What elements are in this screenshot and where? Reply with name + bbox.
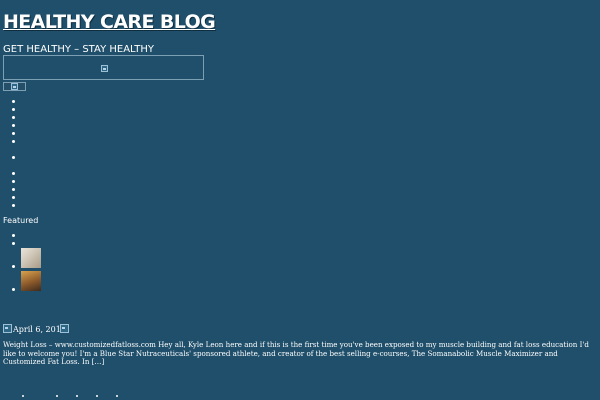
menu-toggle-button[interactable] [3,82,26,91]
nav-menu-item[interactable] [12,100,15,103]
nav-menu-item[interactable] [12,180,15,183]
nav-menu-item[interactable] [12,172,15,175]
pagination-dot[interactable] [76,395,78,397]
featured-thumbnail[interactable] [21,271,41,291]
calendar-icon [3,324,12,333]
site-title[interactable]: HEALTHY CARE BLOG [3,11,216,33]
page: HEALTHY CARE BLOG GET HEALTHY – STAY HEA… [0,0,600,400]
featured-label: Featured [3,216,39,225]
featured-item[interactable] [12,242,15,245]
broken-image-icon [101,65,108,72]
featured-thumbnail[interactable] [21,248,41,268]
nav-menu-item[interactable] [12,124,15,127]
comment-icon[interactable] [60,324,69,333]
menu-icon [11,83,18,90]
nav-menu-item[interactable] [12,196,15,199]
nav-menu-item[interactable] [12,140,15,143]
nav-menu-item[interactable] [12,188,15,191]
featured-item[interactable] [12,288,15,291]
nav-menu-item[interactable] [12,132,15,135]
pagination-dot[interactable] [96,395,98,397]
pagination-dot[interactable] [56,395,58,397]
nav-menu-item[interactable] [12,116,15,119]
featured-item[interactable] [12,265,15,268]
post-date[interactable]: April 6, 2016 [13,325,66,334]
header-image-box [3,55,204,80]
nav-menu-item[interactable] [12,204,15,207]
nav-menu-item[interactable] [12,108,15,111]
site-tagline: GET HEALTHY – STAY HEALTHY [3,44,154,55]
pagination-dot[interactable] [22,395,24,397]
featured-item[interactable] [12,234,15,237]
nav-menu-item[interactable] [12,156,15,159]
post-excerpt: Weight Loss – www.customizedfatloss.com … [3,340,589,367]
pagination-dot[interactable] [116,395,118,397]
